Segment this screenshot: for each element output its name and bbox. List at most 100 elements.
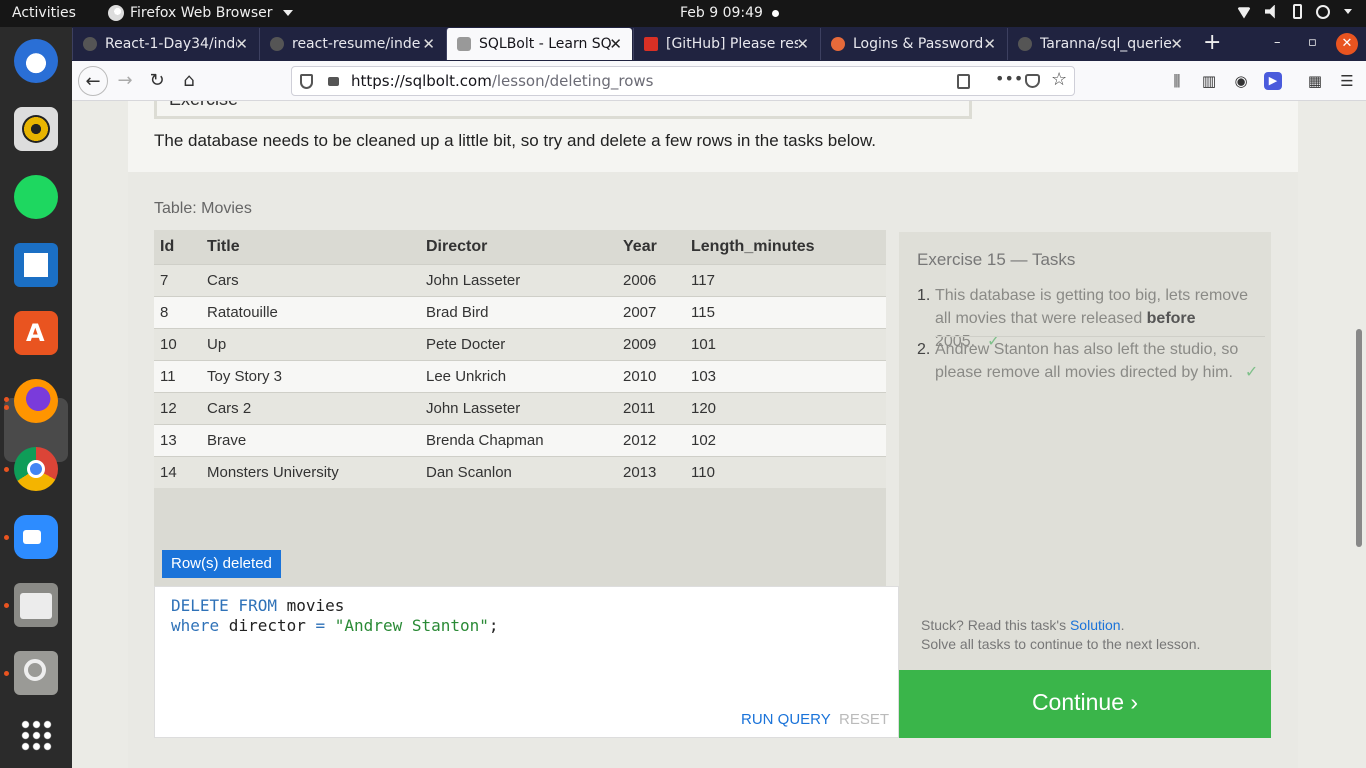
- bookmark-star-icon[interactable]: ☆: [1051, 69, 1067, 90]
- close-icon[interactable]: ✕: [796, 35, 809, 53]
- app-menu[interactable]: Firefox Web Browser: [108, 5, 293, 21]
- solution-link[interactable]: Solution: [1070, 617, 1121, 633]
- task-number: 1.: [917, 287, 931, 304]
- account-icon[interactable]: ◉: [1232, 72, 1250, 90]
- forward-button[interactable]: →: [110, 66, 140, 96]
- task-number: 2.: [917, 341, 931, 358]
- task-item: 2. Andrew Stanton has also left the stud…: [917, 338, 1265, 384]
- window-close-button[interactable]: ✕: [1336, 33, 1358, 55]
- battery-icon: [1293, 4, 1302, 19]
- firefox-icon[interactable]: [14, 379, 58, 423]
- table-cell: 102: [685, 423, 886, 456]
- table-cell: Lee Unkrich: [420, 359, 617, 392]
- sql-keyword: DELETE FROM: [171, 596, 277, 615]
- running-indicator: [4, 603, 9, 608]
- library-icon[interactable]: ⫼: [1168, 72, 1186, 90]
- close-icon[interactable]: ✕: [235, 35, 248, 53]
- apps-grid-icon[interactable]: [14, 717, 58, 761]
- minimize-button[interactable]: –: [1274, 35, 1281, 50]
- extensions-icon[interactable]: ▦: [1306, 72, 1324, 90]
- url-text[interactable]: https://sqlbolt.com/lesson/deleting_rows: [351, 72, 653, 90]
- tab-sql-queries[interactable]: Taranna/sql_querie ✕: [1007, 28, 1193, 60]
- table-row: 8 Ratatouille Brad Bird 2007 115: [154, 295, 886, 328]
- back-button[interactable]: ←: [78, 66, 108, 96]
- lock-icon[interactable]: [328, 77, 339, 86]
- software-center-icon[interactable]: A: [14, 311, 58, 355]
- table-cell: 110: [685, 455, 886, 488]
- sql-text: director: [219, 616, 316, 635]
- activities-button[interactable]: Activities: [12, 5, 76, 21]
- menu-icon[interactable]: ☰: [1338, 72, 1356, 90]
- table-cell: 2010: [617, 359, 685, 392]
- lesson-content: Exercise The database needs to be cleane…: [128, 101, 1298, 768]
- column-header: Id: [160, 237, 175, 255]
- tab-react-1-day34[interactable]: React-1-Day34/inde ✕: [72, 28, 258, 60]
- running-indicator: [4, 535, 9, 540]
- rhythmbox-icon[interactable]: [14, 107, 58, 151]
- reader-view-icon[interactable]: [957, 74, 970, 89]
- tab-react-resume[interactable]: react-resume/inde ✕: [259, 28, 445, 60]
- hint-text: .: [1120, 617, 1125, 633]
- home-button[interactable]: ⌂: [174, 66, 204, 96]
- page-scrollbar[interactable]: [1356, 329, 1362, 547]
- maximize-button[interactable]: ▫: [1308, 35, 1317, 50]
- table-row: 11 Toy Story 3 Lee Unkrich 2010 103: [154, 359, 886, 392]
- table-cell: 115: [685, 295, 886, 328]
- close-icon[interactable]: ✕: [983, 35, 996, 53]
- table-cell: 8: [154, 295, 201, 328]
- close-icon[interactable]: ✕: [609, 35, 622, 53]
- spotify-icon[interactable]: [14, 175, 58, 219]
- reset-button[interactable]: RESET: [839, 711, 889, 728]
- table-cell: Cars 2: [201, 391, 420, 424]
- close-icon[interactable]: ✕: [1170, 35, 1183, 53]
- query-code[interactable]: DELETE FROM movies where director = "And…: [171, 596, 499, 636]
- new-tab-button[interactable]: +: [1203, 30, 1221, 55]
- tab-github-email[interactable]: [GitHub] Please res ✕: [633, 28, 819, 60]
- table-cell: Up: [201, 327, 420, 360]
- table-cell: 120: [685, 391, 886, 424]
- sql-text: ;: [488, 616, 499, 635]
- table-cell: Pete Docter: [420, 327, 617, 360]
- zoom-icon[interactable]: [14, 515, 58, 559]
- column-header: Director: [426, 237, 488, 255]
- screenshot-icon[interactable]: [14, 651, 58, 695]
- url-bar[interactable]: https://sqlbolt.com/lesson/deleting_rows…: [291, 66, 1075, 96]
- more-actions-icon[interactable]: •••: [995, 69, 1023, 88]
- column-header: Year: [623, 237, 657, 255]
- table-row: 7 Cars John Lasseter 2006 117: [154, 263, 886, 296]
- zoom-extension-icon[interactable]: ▶: [1264, 72, 1282, 90]
- table-cell: Toy Story 3: [201, 359, 420, 392]
- running-indicator: [4, 397, 9, 402]
- divider: [935, 336, 1265, 337]
- task-text: This database is getting too big, lets r…: [935, 287, 1249, 327]
- sidebar-icon[interactable]: ▥: [1200, 72, 1218, 90]
- stuck-hint: Stuck? Read this task's Solution. Solve …: [921, 616, 1200, 654]
- tab-logins-passwords[interactable]: Logins & Password ✕: [820, 28, 1006, 60]
- shield-icon[interactable]: [300, 74, 313, 89]
- table-cell: 101: [685, 327, 886, 360]
- continue-button[interactable]: Continue ›: [899, 670, 1271, 738]
- clock[interactable]: Feb 9 09:49: [680, 5, 763, 21]
- status-badge: Row(s) deleted: [162, 550, 281, 578]
- tab-sqlbolt[interactable]: SQLBolt - Learn SQ ✕: [446, 28, 632, 60]
- chrome-icon[interactable]: [14, 447, 58, 491]
- reload-button[interactable]: ↻: [142, 66, 172, 96]
- thunderbird-icon[interactable]: [14, 39, 58, 83]
- results-table: Id Title Director Year Length_minutes 7C…: [154, 230, 886, 488]
- query-editor[interactable]: DELETE FROM movies where director = "And…: [154, 586, 899, 738]
- pocket-icon[interactable]: [1025, 74, 1040, 88]
- files-icon[interactable]: [14, 583, 58, 627]
- table-cell: Monsters University: [201, 455, 420, 488]
- close-icon[interactable]: ✕: [422, 35, 435, 53]
- table-cell: John Lasseter: [420, 391, 617, 424]
- run-query-button[interactable]: RUN QUERY: [741, 711, 831, 728]
- table-caption: Table: Movies: [154, 200, 252, 217]
- column-header: Length_minutes: [691, 237, 815, 255]
- system-tray[interactable]: [1237, 4, 1352, 19]
- sql-string: "Andrew Stanton": [334, 616, 489, 635]
- table-cell: 2012: [617, 423, 685, 456]
- notification-dot-icon: [772, 10, 779, 17]
- table-cell: Brad Bird: [420, 295, 617, 328]
- libreoffice-writer-icon[interactable]: [14, 243, 58, 287]
- lockwise-icon: [831, 37, 845, 51]
